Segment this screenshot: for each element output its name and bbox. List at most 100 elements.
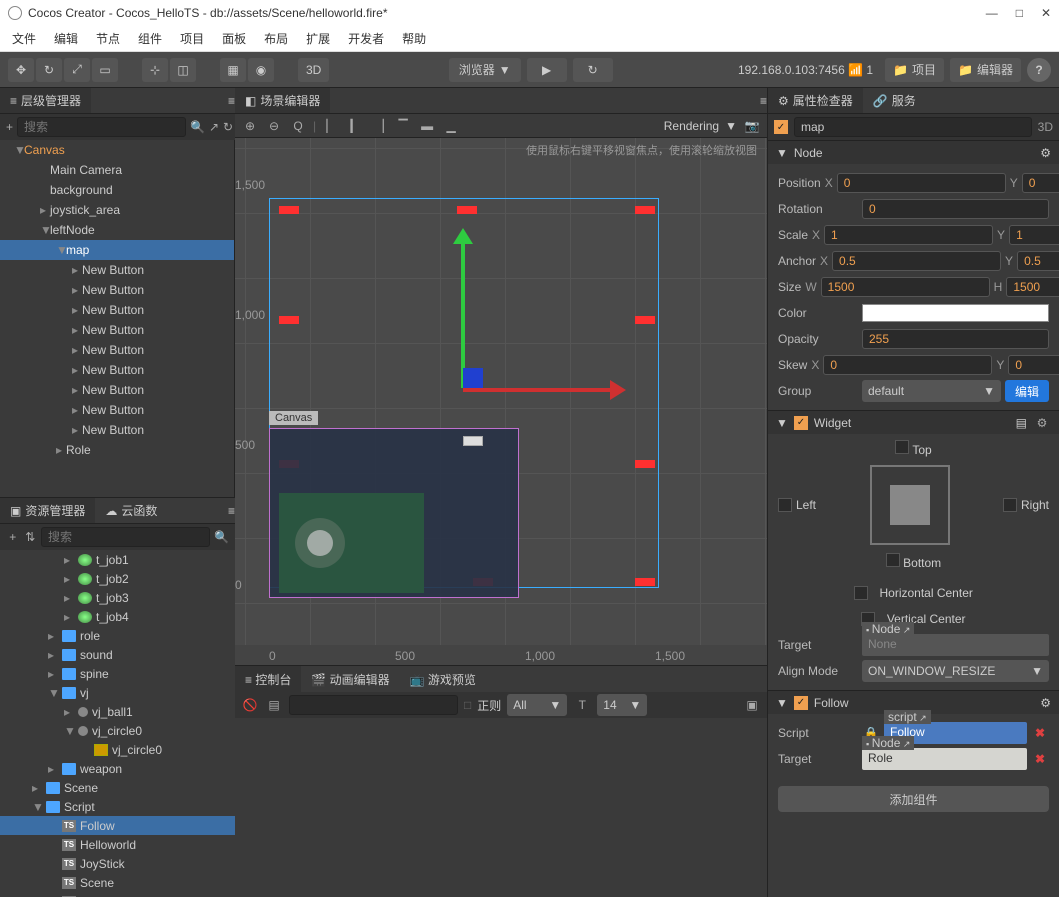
asset-row[interactable]: ▸t_job3 (0, 588, 235, 607)
asset-row[interactable]: ▸sound (0, 645, 235, 664)
services-tab[interactable]: 🔗 服务 (863, 88, 926, 113)
edit-group-button[interactable]: 编辑 (1005, 380, 1049, 402)
tree-row[interactable]: ▸New Button (0, 320, 234, 340)
anchor-x-input[interactable] (832, 251, 1001, 271)
asset-row[interactable]: TSScene1 (0, 892, 235, 897)
node-button-marker[interactable] (635, 316, 655, 324)
assets-search-input[interactable] (41, 527, 210, 547)
remove-script-icon[interactable]: ✖ (1031, 726, 1049, 740)
scale-tool-icon[interactable]: ⤢ (64, 58, 90, 82)
asset-row[interactable]: TSScene (0, 873, 235, 892)
menu-item[interactable]: 扩展 (300, 28, 336, 49)
tree-row[interactable]: ▼map (0, 240, 234, 260)
preview-platform-dropdown[interactable]: 浏览器▼ (449, 58, 521, 82)
gear-icon[interactable]: ⚙ (1040, 696, 1051, 710)
align-center-icon[interactable]: ▎ (346, 117, 364, 135)
create-node-icon[interactable]: + (6, 118, 13, 136)
tree-row[interactable]: ▸New Button (0, 400, 234, 420)
asset-row[interactable]: ▸t_job1 (0, 550, 235, 569)
hierarchy-tab[interactable]: ≡ 层级管理器 (0, 88, 91, 113)
widget-top-checkbox[interactable] (895, 440, 909, 454)
help-button[interactable]: ? (1027, 58, 1051, 82)
asset-row[interactable]: TSFollow (0, 816, 235, 835)
menu-item[interactable]: 帮助 (396, 28, 432, 49)
tree-row[interactable]: ▸Role (0, 440, 234, 460)
popout-icon[interactable]: ▣ (743, 696, 761, 714)
node-button-marker[interactable] (279, 316, 299, 324)
asset-row[interactable]: ▸vj_ball1 (0, 702, 235, 721)
hierarchy-menu-icon[interactable]: ≡ (228, 94, 235, 108)
size-w-input[interactable] (821, 277, 990, 297)
asset-row[interactable]: TSJoyStick (0, 854, 235, 873)
align-left-icon[interactable]: ▏ (322, 117, 340, 135)
tree-row[interactable]: ▸New Button (0, 280, 234, 300)
open-log-icon[interactable]: ▤ (265, 696, 283, 714)
follow-target-slot[interactable]: ▪ Node ↗Role (862, 748, 1027, 770)
editor-button[interactable]: 📁 编辑器 (950, 58, 1021, 82)
distribute-tool-icon[interactable]: ◉ (248, 58, 274, 82)
book-icon[interactable]: ▤ (1016, 416, 1027, 430)
asset-row[interactable]: TSHelloworld (0, 835, 235, 854)
search-icon[interactable]: 🔍 (214, 528, 229, 546)
console-tab[interactable]: 🎬 动画编辑器 (301, 666, 399, 692)
x-axis-gizmo[interactable] (463, 388, 613, 392)
menu-item[interactable]: 面板 (216, 28, 252, 49)
menu-item[interactable]: 开发者 (342, 28, 390, 49)
hierarchy-search-input[interactable] (17, 117, 186, 137)
tree-row[interactable]: background (0, 180, 234, 200)
asset-row[interactable]: ▼Script (0, 797, 235, 816)
ui-button[interactable] (463, 436, 483, 446)
origin-gizmo[interactable] (463, 368, 483, 388)
align-bottom-icon[interactable]: ▁ (442, 117, 460, 135)
widget-bottom-checkbox[interactable] (886, 553, 900, 567)
zoom-out-icon[interactable]: ⊖ (265, 117, 283, 135)
rotate-tool-icon[interactable]: ↻ (36, 58, 62, 82)
play-button[interactable]: ▶ (527, 58, 567, 82)
search-icon[interactable]: 🔍 (190, 118, 205, 136)
menu-item[interactable]: 布局 (258, 28, 294, 49)
tree-row[interactable]: Main Camera (0, 160, 234, 180)
log-level-dropdown[interactable]: All▼ (507, 694, 567, 716)
scale-y-input[interactable] (1009, 225, 1059, 245)
gear-icon[interactable]: ⚙ (1040, 146, 1051, 160)
align-right-icon[interactable]: ▕ (370, 117, 388, 135)
widget-hcenter-checkbox[interactable] (854, 586, 868, 600)
position-y-input[interactable] (1022, 173, 1059, 193)
menu-item[interactable]: 项目 (174, 28, 210, 49)
local-tool-icon[interactable]: ◫ (170, 58, 196, 82)
3d-label[interactable]: 3D (1038, 120, 1053, 134)
create-asset-icon[interactable]: + (6, 528, 20, 546)
gear-icon[interactable]: ⚙ (1033, 414, 1051, 432)
color-picker[interactable] (862, 304, 1049, 322)
asset-row[interactable]: ▸spine (0, 664, 235, 683)
regex-checkbox-label[interactable]: 正则 (477, 697, 501, 714)
asset-row[interactable]: vj_circle0 (0, 740, 235, 759)
tree-row[interactable]: ▸New Button (0, 380, 234, 400)
size-h-input[interactable] (1006, 277, 1059, 297)
node-button-marker[interactable] (635, 460, 655, 468)
zoom-fit-icon[interactable]: Q (289, 117, 307, 135)
node-name-input[interactable] (794, 117, 1032, 137)
align-mode-dropdown[interactable]: ON_WINDOW_RESIZE▼ (862, 660, 1049, 682)
menu-item[interactable]: 组件 (132, 28, 168, 49)
scene-canvas[interactable]: 使用鼠标右键平移视窗焦点，使用滚轮缩放视图 1,5001,0005000 Can… (235, 138, 767, 665)
anchor-y-input[interactable] (1017, 251, 1059, 271)
widget-left-checkbox[interactable] (778, 498, 792, 512)
tree-row[interactable]: ▸New Button (0, 420, 234, 440)
tree-row[interactable]: ▼Canvas (0, 140, 234, 160)
scale-x-input[interactable] (824, 225, 993, 245)
node-button-marker[interactable] (279, 206, 299, 214)
clear-console-icon[interactable]: 🚫 (241, 696, 259, 714)
asset-row[interactable]: ▸role (0, 626, 235, 645)
minimize-button[interactable]: — (986, 6, 998, 20)
console-tab[interactable]: 📺 游戏预览 (400, 666, 486, 692)
asset-row[interactable]: ▸weapon (0, 759, 235, 778)
font-size-dropdown[interactable]: 14▼ (597, 694, 647, 716)
3d-toggle[interactable]: 3D (298, 58, 329, 82)
menu-item[interactable]: 节点 (90, 28, 126, 49)
tree-row[interactable]: ▸New Button (0, 340, 234, 360)
menu-item[interactable]: 编辑 (48, 28, 84, 49)
tree-row[interactable]: ▼leftNode (0, 220, 234, 240)
align-middle-icon[interactable]: ▬ (418, 117, 436, 135)
tree-row[interactable]: ▸joystick_area (0, 200, 234, 220)
